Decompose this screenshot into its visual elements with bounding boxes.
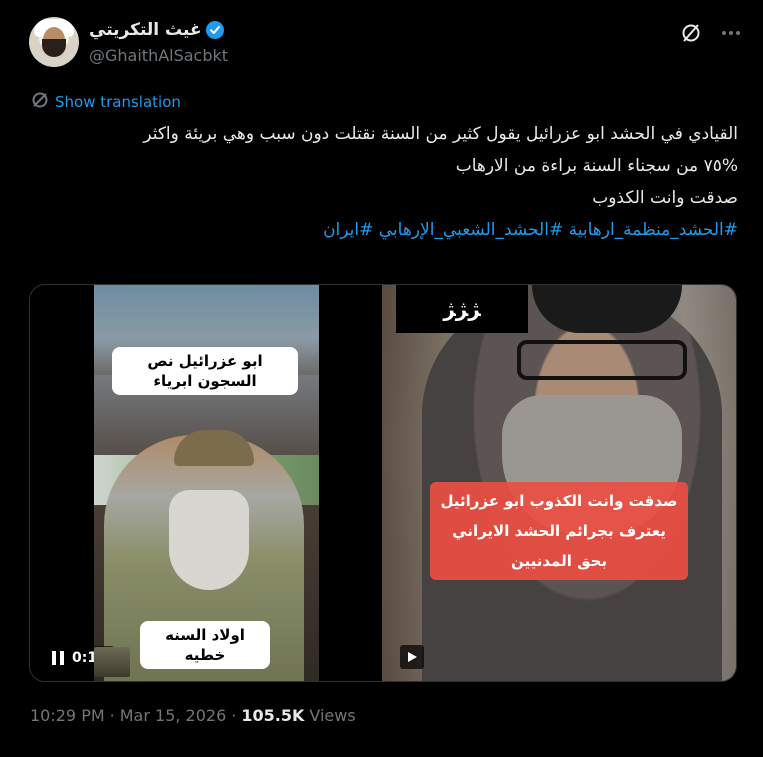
tweet-date[interactable]: Mar 15, 2026	[120, 706, 227, 725]
author-name-row[interactable]: غيث التكريتي	[89, 20, 224, 40]
views-count[interactable]: 105.5K	[241, 706, 304, 725]
tweet-meta: 10:29 PM · Mar 15, 2026 · 105.5K Views	[30, 706, 356, 725]
meta-separator-1: ·	[109, 706, 115, 725]
left-video[interactable]: ابو عزرائيل نص السجون ابرياء اولاد السنه…	[30, 285, 382, 681]
pause-icon[interactable]	[52, 651, 64, 665]
show-translation-label: Show translation	[55, 93, 181, 111]
tweet-time[interactable]: 10:29 PM	[30, 706, 105, 725]
right-caption: صدقت وانت الكذوب ابو عزرائيل يعترف بجرائ…	[430, 482, 688, 580]
tweet-header: غيث التكريتي @GhaithAlSacbkt	[29, 17, 743, 73]
tweet-line-1: القيادي في الحشد ابو عزرائيل يقول كثير م…	[143, 124, 738, 144]
avatar[interactable]	[29, 17, 79, 67]
tweet-line-2: %٧٥ من سجناء السنة براءة من الارهاب	[455, 156, 738, 176]
show-translation-link[interactable]: Show translation	[31, 91, 181, 113]
left-caption-top: ابو عزرائيل نص السجون ابرياء	[112, 347, 298, 395]
play-icon[interactable]	[400, 645, 424, 669]
tweet-top-actions	[679, 21, 743, 45]
meta-separator-2: ·	[231, 706, 237, 725]
right-video[interactable]: ﮋﮋﮋ صدقت وانت الكذوب ابو عزرائيل يعترف ب…	[382, 285, 736, 681]
views-label: Views	[309, 706, 356, 725]
tweet-text: القيادي في الحشد ابو عزرائيل يقول كثير م…	[31, 118, 738, 246]
tweet-line-3: صدقت وانت الكذوب	[592, 188, 738, 208]
video-thumbnail[interactable]	[94, 647, 130, 677]
tweet-hashtags[interactable]: #الحشد_منظمة_ارهابية #الحشد_الشعبي_الإره…	[31, 214, 738, 246]
grok-icon[interactable]	[679, 21, 703, 45]
left-caption-bottom: اولاد السنه خطيه	[140, 621, 270, 669]
author-name[interactable]: غيث التكريتي	[89, 20, 202, 40]
author-handle[interactable]: @GhaithAlSacbkt	[89, 46, 228, 65]
more-options-icon[interactable]	[719, 21, 743, 45]
verified-badge-icon	[205, 21, 224, 39]
tweet-media[interactable]: ابو عزرائيل نص السجون ابرياء اولاد السنه…	[29, 284, 737, 682]
translate-icon	[31, 91, 49, 113]
channel-logo: ﮋﮋﮋ	[396, 285, 528, 333]
